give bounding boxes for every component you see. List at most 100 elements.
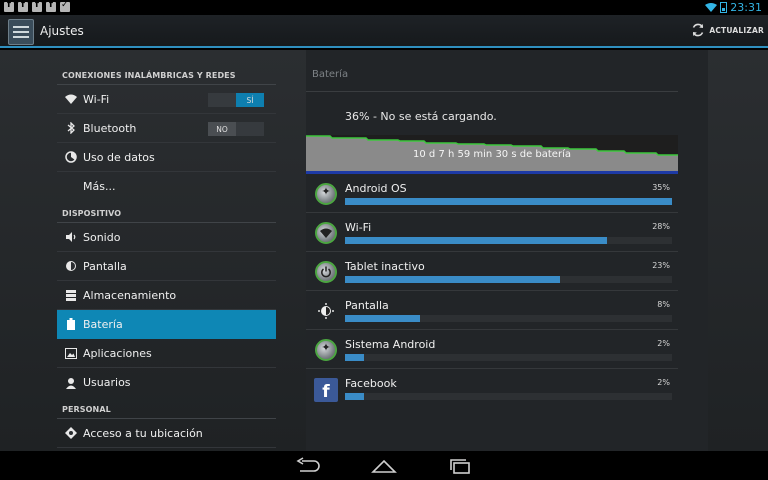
clock: 23:31 — [730, 1, 762, 14]
battery-icon — [65, 318, 77, 330]
sidebar-item-users[interactable]: Usuarios — [57, 368, 276, 397]
refresh-button[interactable]: ACTUALIZAR — [690, 22, 764, 38]
usage-bar-fill — [345, 315, 420, 322]
navigation-bar — [0, 451, 768, 480]
sidebar-item-label: Aplicaciones — [83, 346, 152, 360]
power-icon — [314, 260, 338, 284]
section-header-wireless: CONEXIONES INALÁMBRICAS Y REDES — [57, 50, 276, 85]
sidebar-item-storage[interactable]: Almacenamiento — [57, 281, 276, 310]
usage-percent: 23% — [652, 261, 670, 270]
usage-name: Tablet inactivo — [345, 260, 425, 273]
usage-percent: 2% — [657, 378, 670, 387]
sidebar-item-label: Acceso a tu ubicación — [83, 426, 203, 440]
sidebar-item-wifi[interactable]: Wi-Fi SÍ — [57, 85, 276, 114]
sidebar-item-apps[interactable]: Aplicaciones — [57, 339, 276, 368]
usage-row[interactable]: ✦ Android OS 35% — [306, 174, 678, 213]
toggle-label: SÍ — [236, 93, 264, 107]
refresh-label: ACTUALIZAR — [709, 25, 764, 35]
usage-name: Pantalla — [345, 299, 389, 312]
users-icon — [65, 377, 77, 389]
facebook-icon — [4, 0, 14, 12]
sidebar-item-label: Batería — [83, 317, 123, 331]
facebook-icon — [18, 0, 28, 12]
usage-row[interactable]: ✦ Sistema Android 2% — [306, 330, 678, 369]
battery-status: 36% - No se está cargando. — [345, 110, 497, 123]
usage-bar-fill — [345, 198, 672, 205]
android-system-icon: ✦ — [314, 338, 338, 362]
usage-name: Wi-Fi — [345, 221, 372, 234]
sidebar-item-label: Bluetooth — [83, 121, 137, 135]
usage-bar — [345, 276, 672, 283]
sidebar-item-location[interactable]: Acceso a tu ubicación — [57, 419, 276, 448]
usage-percent: 8% — [657, 300, 670, 309]
bluetooth-toggle[interactable]: NO — [208, 122, 264, 136]
usage-name: Sistema Android — [345, 338, 436, 351]
battery-time-label: 10 d 7 h 59 min 30 s de batería — [413, 149, 571, 160]
screen-brightness-icon — [314, 299, 338, 323]
settings-app-icon[interactable] — [8, 19, 34, 45]
sidebar-item-label: Usuarios — [83, 376, 131, 389]
usage-percent: 35% — [652, 183, 670, 192]
battery-panel: Batería 36% - No se está cargando. 10 d … — [306, 50, 708, 451]
home-icon[interactable] — [370, 457, 398, 475]
battery-status-icon — [720, 2, 728, 13]
settings-list: CONEXIONES INALÁMBRICAS Y REDES Wi-Fi SÍ… — [57, 50, 276, 451]
sidebar-item-label: Pantalla — [83, 259, 127, 273]
facebook-icon — [32, 0, 42, 12]
brightness-icon — [65, 260, 77, 272]
usage-bar-fill — [345, 354, 364, 361]
recents-icon[interactable] — [446, 457, 474, 475]
usage-percent: 2% — [657, 339, 670, 348]
data-usage-icon — [65, 151, 77, 163]
storage-icon — [65, 289, 77, 301]
bluetooth-icon — [65, 122, 77, 134]
sidebar-item-label: Sonido — [83, 230, 121, 244]
wifi-toggle[interactable]: SÍ — [208, 93, 264, 107]
location-icon — [65, 427, 77, 439]
toggle-label: NO — [208, 122, 236, 136]
usage-row[interactable]: Wi-Fi 28% — [306, 213, 678, 252]
usage-bar-fill — [345, 237, 607, 244]
status-bar: 23:31 — [0, 0, 768, 15]
divider — [306, 91, 678, 92]
checklist-icon — [60, 0, 70, 12]
usage-bar-fill — [345, 276, 560, 283]
sidebar-item-label: Wi-Fi — [83, 92, 110, 106]
usage-name: Android OS — [345, 182, 407, 195]
section-header-device: DISPOSITIVO — [57, 201, 276, 223]
refresh-icon — [693, 23, 704, 37]
usage-row[interactable]: Pantalla 8% — [306, 291, 678, 330]
sidebar-item-battery[interactable]: Batería — [57, 310, 276, 339]
sidebar-item-label: Uso de datos — [83, 150, 155, 164]
volume-icon — [65, 231, 77, 243]
usage-name: Facebook — [345, 377, 397, 390]
usage-percent: 28% — [652, 222, 670, 231]
sidebar-item-bluetooth[interactable]: Bluetooth NO — [57, 114, 276, 143]
notification-icons — [4, 0, 70, 12]
usage-row[interactable]: Tablet inactivo 23% — [306, 252, 678, 291]
usage-bar — [345, 198, 672, 205]
usage-bar — [345, 315, 672, 322]
facebook-icon — [46, 0, 56, 12]
battery-usage-list: ✦ Android OS 35% Wi-Fi 28% Tablet inacti… — [306, 174, 678, 408]
battery-history-graph[interactable]: 10 d 7 h 59 min 30 s de batería — [306, 135, 678, 174]
usage-row[interactable]: f Facebook 2% — [306, 369, 678, 408]
back-icon[interactable] — [294, 457, 322, 475]
apps-icon — [65, 347, 77, 359]
panel-title: Batería — [312, 69, 349, 80]
sidebar-item-more[interactable]: Más... — [57, 172, 276, 201]
android-icon: ✦ — [314, 182, 338, 206]
usage-bar — [345, 393, 672, 400]
sidebar-item-label: Más... — [83, 180, 116, 193]
usage-bar — [345, 237, 672, 244]
facebook-icon: f — [314, 377, 338, 402]
sidebar-item-label: Almacenamiento — [83, 288, 177, 302]
app-title: Ajustes — [40, 24, 84, 38]
wifi-app-icon — [314, 221, 338, 245]
action-bar: Ajustes ACTUALIZAR — [0, 15, 768, 48]
sidebar-item-sound[interactable]: Sonido — [57, 223, 276, 252]
wifi-icon — [65, 93, 77, 105]
wifi-signal-icon — [705, 3, 718, 12]
sidebar-item-display[interactable]: Pantalla — [57, 252, 276, 281]
sidebar-item-data-usage[interactable]: Uso de datos — [57, 143, 276, 172]
